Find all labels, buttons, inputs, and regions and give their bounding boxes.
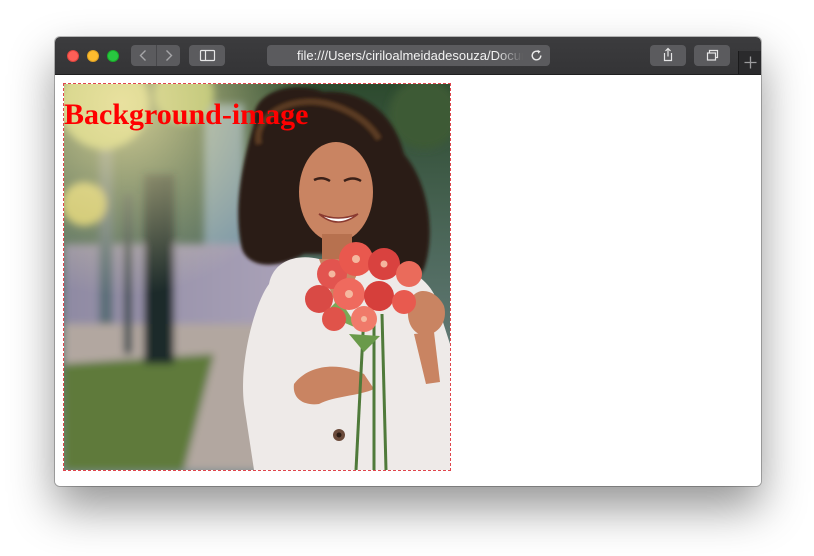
woman-with-flowers-photo <box>64 84 450 470</box>
share-button[interactable] <box>650 45 686 66</box>
chevron-left-icon <box>139 50 146 61</box>
reload-icon[interactable] <box>530 49 543 62</box>
forward-button[interactable] <box>156 45 180 66</box>
browser-window: file:///Users/ciriloalmeidadesouza/Docum… <box>55 37 761 486</box>
plus-icon <box>744 56 757 69</box>
back-button[interactable] <box>131 45 156 66</box>
minimize-window-button[interactable] <box>87 50 99 62</box>
page-content: Background-image <box>55 75 761 486</box>
page-heading: Background-image <box>64 98 309 131</box>
sidebar-toggle-button[interactable] <box>189 45 225 66</box>
chevron-right-icon <box>166 50 173 61</box>
address-bar[interactable]: file:///Users/ciriloalmeidadesouza/Docum… <box>267 45 550 66</box>
new-tab-button[interactable] <box>738 51 761 74</box>
fullscreen-window-button[interactable] <box>107 50 119 62</box>
share-icon <box>663 47 673 62</box>
tabs-icon <box>706 49 719 61</box>
sidebar-icon <box>199 49 216 62</box>
url-text: file:///Users/ciriloalmeidadesouza/Docum… <box>297 48 523 63</box>
background-image-box: Background-image <box>63 83 451 471</box>
close-window-button[interactable] <box>67 50 79 62</box>
browser-toolbar: file:///Users/ciriloalmeidadesouza/Docum… <box>55 37 761 75</box>
tab-overview-button[interactable] <box>694 45 730 66</box>
